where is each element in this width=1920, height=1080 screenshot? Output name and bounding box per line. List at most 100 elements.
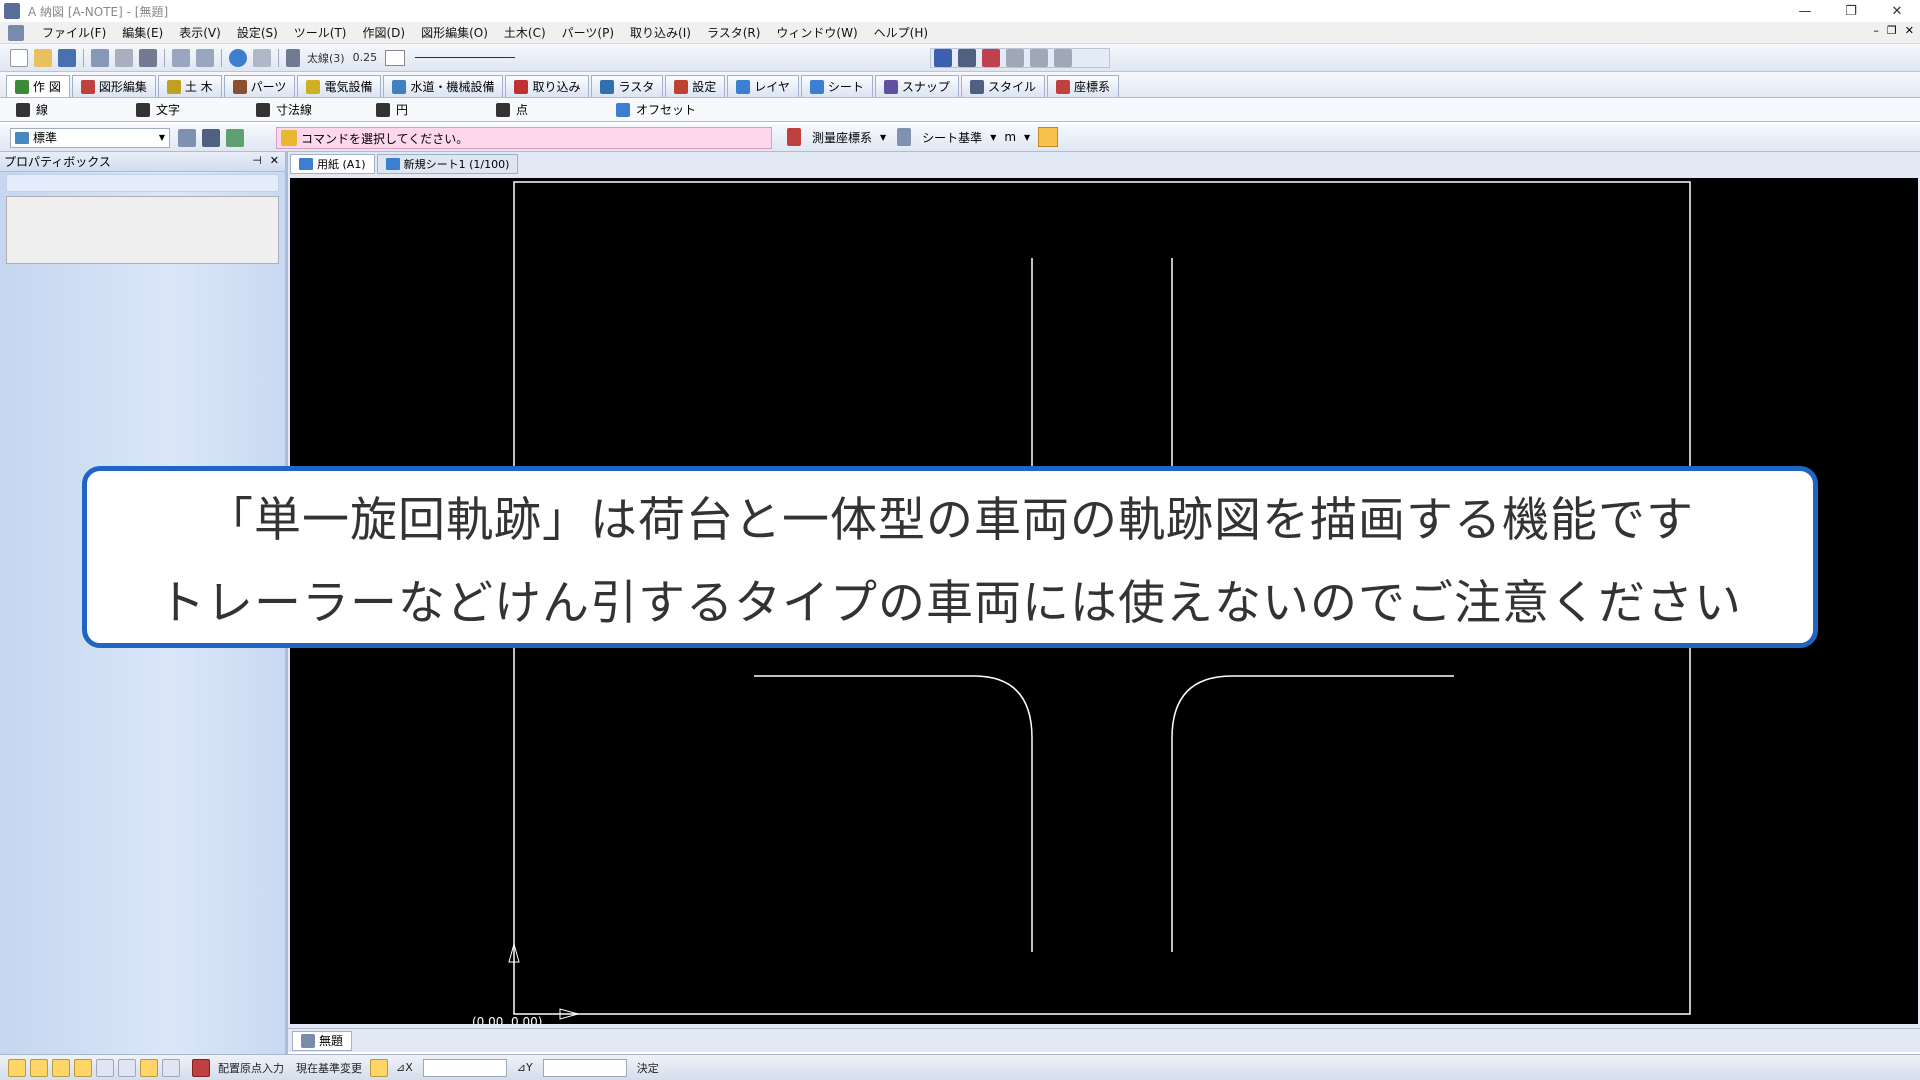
paste-icon[interactable] bbox=[115, 48, 133, 67]
menu-raster[interactable]: ラスタ(R) bbox=[699, 24, 768, 41]
ribbon-tab-10[interactable]: シート bbox=[800, 75, 873, 97]
layer-stack-icon[interactable] bbox=[202, 128, 220, 147]
property-selector[interactable] bbox=[6, 174, 279, 192]
ribbon-tab-8[interactable]: 設定 bbox=[665, 75, 726, 97]
subtool-0[interactable]: 線 bbox=[0, 101, 120, 118]
chevron-down-icon[interactable]: ▼ bbox=[990, 133, 996, 142]
caption-overlay: 「単一旋回軌跡」は荷台と一体型の車両の軌跡図を描画する機能です トレーラーなどけ… bbox=[82, 466, 1818, 648]
menu-tools[interactable]: ツール(T) bbox=[286, 24, 355, 41]
dy-input[interactable] bbox=[542, 1058, 627, 1077]
print-icon[interactable] bbox=[139, 48, 157, 67]
tab-paper[interactable]: 用紙 (A1) bbox=[290, 154, 375, 174]
ribbon-tab-2[interactable]: 土 木 bbox=[157, 75, 222, 97]
menu-view[interactable]: 表示(V) bbox=[171, 24, 229, 41]
title-bar: A 納図 [A-NOTE] - [無題] — ❐ ✕ bbox=[0, 0, 1920, 22]
ribbon-tab-6[interactable]: 取り込み bbox=[505, 75, 590, 97]
tab-new-sheet[interactable]: 新規シート1 (1/100) bbox=[376, 154, 519, 174]
unit-select[interactable]: m bbox=[1004, 130, 1016, 144]
line-style-select[interactable]: 太線(3) bbox=[307, 50, 345, 66]
save-icon[interactable] bbox=[58, 48, 76, 67]
mdi-restore-button[interactable]: ❐ bbox=[1887, 24, 1897, 37]
ribbon-tab-4[interactable]: 電気設備 bbox=[297, 75, 382, 97]
subtool-label: オフセット bbox=[636, 103, 697, 117]
highlight-icon[interactable] bbox=[1038, 127, 1059, 147]
menu-window[interactable]: ウィンドウ(W) bbox=[768, 24, 865, 41]
line-width-select[interactable]: 0.25 bbox=[353, 51, 378, 64]
line-icon[interactable] bbox=[96, 1058, 114, 1077]
menu-import[interactable]: 取り込み(I) bbox=[622, 24, 699, 41]
ortho-icon[interactable] bbox=[30, 1058, 48, 1077]
restore-button[interactable]: ❐ bbox=[1828, 0, 1874, 22]
target-icon[interactable] bbox=[118, 1058, 136, 1077]
ribbon-tab-3[interactable]: パーツ bbox=[223, 75, 296, 97]
document-icon[interactable] bbox=[8, 24, 24, 41]
tab-new-sheet-label: 新規シート1 (1/100) bbox=[403, 158, 510, 171]
menu-parts[interactable]: パーツ(P) bbox=[554, 24, 622, 41]
pin-icon[interactable]: ⊣ bbox=[252, 154, 262, 167]
new-file-icon[interactable] bbox=[10, 48, 28, 67]
circle-snap-icon[interactable] bbox=[140, 1058, 158, 1077]
subtool-3[interactable]: 円 bbox=[360, 101, 480, 118]
dx-input[interactable] bbox=[422, 1058, 507, 1077]
table-icon[interactable] bbox=[192, 1058, 210, 1077]
polar-icon[interactable] bbox=[74, 1058, 92, 1077]
ribbon-tab-9[interactable]: レイヤ bbox=[727, 75, 799, 97]
line-type-select[interactable] bbox=[415, 57, 516, 58]
context-help-icon[interactable] bbox=[253, 48, 271, 67]
menu-settings[interactable]: 設定(S) bbox=[229, 24, 286, 41]
menu-edit[interactable]: 編集(E) bbox=[114, 24, 171, 41]
subtool-5[interactable]: オフセット bbox=[600, 101, 720, 118]
ribbon-tab-13[interactable]: 座標系 bbox=[1046, 75, 1119, 97]
close-icon[interactable]: ✕ bbox=[270, 154, 279, 167]
close-button[interactable]: ✕ bbox=[1874, 0, 1920, 22]
ribbon-tab-12[interactable]: スタイル bbox=[960, 75, 1045, 97]
grid-icon[interactable] bbox=[8, 1058, 26, 1077]
dy-label: ⊿Y bbox=[516, 1061, 533, 1074]
align-icon[interactable] bbox=[1030, 49, 1048, 67]
menu-file[interactable]: ファイル(F) bbox=[34, 24, 114, 41]
info-icon[interactable] bbox=[934, 49, 952, 67]
measure-icon[interactable] bbox=[982, 49, 1000, 67]
align-icon[interactable] bbox=[1054, 49, 1072, 67]
snap-icon[interactable] bbox=[52, 1058, 70, 1077]
menu-help[interactable]: ヘルプ(H) bbox=[866, 24, 936, 41]
ribbon-tab-11[interactable]: スナップ bbox=[874, 75, 959, 97]
ribbon-tab-7[interactable]: ラスタ bbox=[591, 75, 664, 97]
ribbon-tab-label: レイヤ bbox=[754, 80, 790, 94]
ribbon-tab-0[interactable]: 作 図 bbox=[6, 75, 70, 97]
undo-icon[interactable] bbox=[172, 48, 190, 67]
eyedropper-icon[interactable] bbox=[958, 49, 976, 67]
layer-select[interactable]: 標準 ▼ bbox=[10, 127, 170, 148]
ribbon-tab-5[interactable]: 水道・機械設備 bbox=[383, 75, 504, 97]
base-change-select[interactable]: 現在基準変更 bbox=[296, 1060, 362, 1076]
align-icon[interactable] bbox=[1006, 49, 1024, 67]
subtool-2[interactable]: 寸法線 bbox=[240, 101, 360, 118]
menu-civil[interactable]: 土木(C) bbox=[496, 24, 554, 41]
mdi-minimize-button[interactable]: – bbox=[1873, 24, 1879, 37]
chevron-down-icon[interactable]: ▼ bbox=[880, 133, 886, 142]
line-color-select[interactable] bbox=[385, 49, 406, 66]
open-folder-icon[interactable] bbox=[34, 48, 52, 67]
sheet-base-select[interactable]: シート基準 bbox=[922, 129, 982, 146]
ribbon-tab-1[interactable]: 図形編集 bbox=[71, 75, 156, 97]
mdi-close-button[interactable]: ✕ bbox=[1905, 24, 1914, 37]
subtool-1[interactable]: 文字 bbox=[120, 101, 240, 118]
redo-icon[interactable] bbox=[196, 48, 214, 67]
menu-draw[interactable]: 作図(D) bbox=[355, 24, 414, 41]
confirm-button[interactable]: 決定 bbox=[637, 1060, 659, 1076]
sheet-tabs: 用紙 (A1) 新規シート1 (1/100) bbox=[290, 154, 519, 174]
help-icon[interactable] bbox=[229, 48, 247, 67]
layer-settings-icon[interactable] bbox=[226, 128, 244, 147]
subtool-4[interactable]: 点 bbox=[480, 101, 600, 118]
road-curve-right bbox=[1171, 675, 1454, 952]
copy-icon[interactable] bbox=[91, 48, 109, 67]
parallel-icon[interactable] bbox=[162, 1058, 180, 1077]
pin-icon[interactable] bbox=[370, 1058, 388, 1077]
chevron-down-icon[interactable]: ▼ bbox=[1024, 133, 1030, 142]
layer-list-icon[interactable] bbox=[178, 128, 196, 147]
menu-shape-edit[interactable]: 図形編集(O) bbox=[413, 24, 496, 41]
minimize-button[interactable]: — bbox=[1782, 0, 1828, 22]
survey-coord-select[interactable]: 測量座標系 bbox=[812, 129, 872, 146]
tab-document[interactable]: 無題 bbox=[292, 1030, 353, 1051]
subtool-icon bbox=[136, 102, 150, 117]
